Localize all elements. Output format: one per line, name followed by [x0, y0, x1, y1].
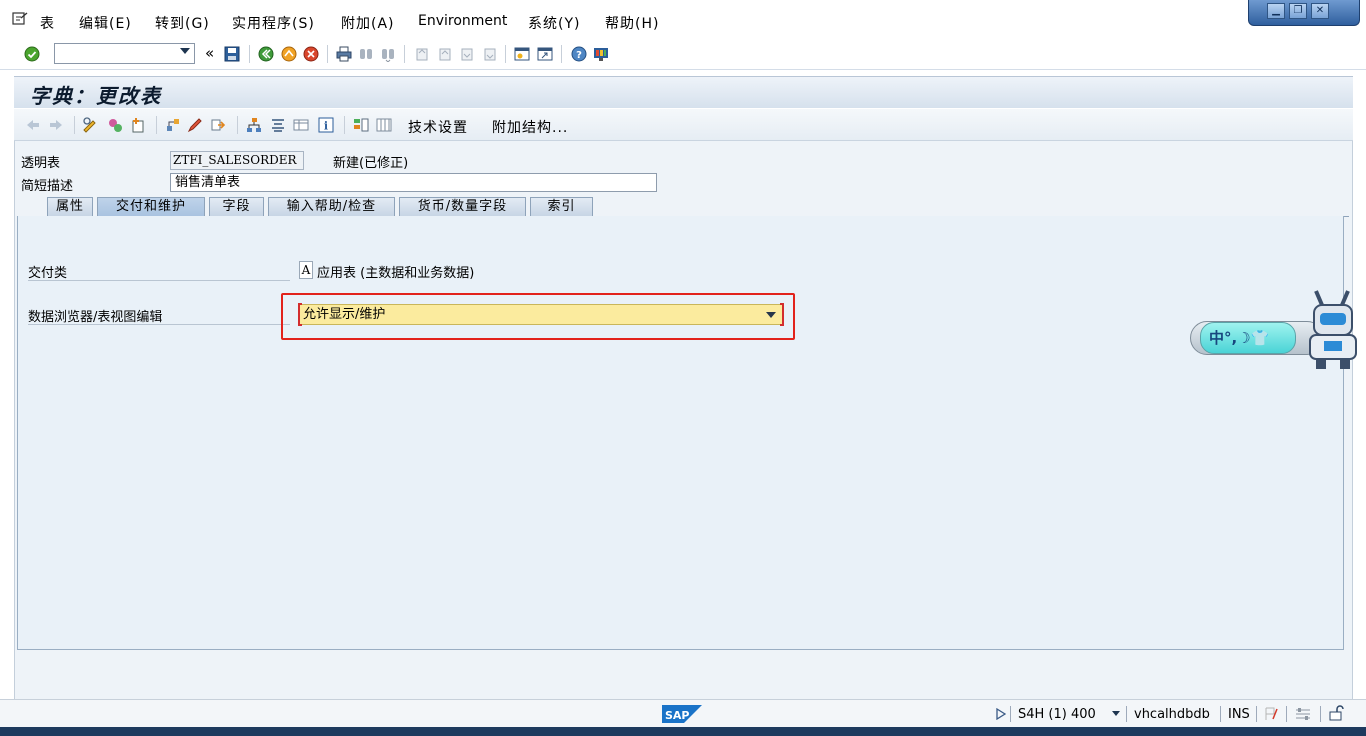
- menu-edit[interactable]: 编辑(E): [79, 13, 132, 33]
- cancel-icon[interactable]: [303, 46, 319, 62]
- print-icon[interactable]: [336, 46, 352, 62]
- window-controls: ▁ ❐ ✕: [1248, 0, 1360, 26]
- find-next-icon[interactable]: [380, 46, 396, 62]
- arrow-right-icon[interactable]: [48, 117, 64, 133]
- new-session-icon[interactable]: [514, 46, 530, 62]
- hierarchy-icon[interactable]: [246, 117, 262, 133]
- align-icon[interactable]: [270, 117, 286, 133]
- command-field[interactable]: [54, 43, 195, 64]
- menu-utilities[interactable]: 实用程序(S): [232, 13, 315, 33]
- tab-indexes[interactable]: 索引: [530, 197, 593, 216]
- shortcut-icon[interactable]: [537, 46, 553, 62]
- system-info: S4H (1) 400: [1018, 707, 1096, 722]
- menu-toggle-icon[interactable]: [12, 12, 28, 26]
- tab-attributes[interactable]: 属性: [47, 197, 93, 216]
- menu-system[interactable]: 系统(Y): [528, 13, 580, 33]
- ime-mascot-icon: [1309, 290, 1357, 369]
- highlight-box: [281, 293, 795, 340]
- delivery-class-input[interactable]: A: [299, 261, 313, 279]
- application-toolbar: i 技术设置 附加结构...: [14, 109, 1353, 141]
- host-name: vhcalhdbdb: [1134, 707, 1210, 722]
- short-description-label: 简短描述: [21, 179, 74, 194]
- tab-currency-quantity[interactable]: 货币/数量字段: [399, 197, 526, 216]
- last-page-icon[interactable]: [482, 46, 498, 62]
- status-flag-icon: [1265, 707, 1278, 720]
- save-icon[interactable]: [224, 46, 240, 62]
- technical-settings-button[interactable]: 技术设置: [408, 117, 468, 137]
- find-icon[interactable]: [358, 46, 374, 62]
- os-taskbar: [0, 727, 1366, 736]
- insert-mode: INS: [1228, 707, 1250, 722]
- sap-logo: SAP: [662, 705, 702, 723]
- collapse-command-icon[interactable]: «: [205, 44, 214, 62]
- delivery-maintenance-panel: 交付类 A 应用表 (主数据和业务数据) 数据浏览器/表视图编辑: [17, 216, 1344, 650]
- enter-icon[interactable]: [24, 46, 40, 62]
- customize-layout-icon[interactable]: [593, 46, 609, 62]
- grid-icon[interactable]: [376, 117, 392, 133]
- standard-toolbar: « ?: [0, 38, 1366, 70]
- menu-bar: 表 编辑(E) 转到(G) 实用程序(S) 附加(A) Environment …: [0, 0, 1366, 38]
- ime-status-text[interactable]: 中°,☽👕: [1200, 322, 1296, 354]
- unlock-icon[interactable]: [1328, 705, 1344, 721]
- short-description-input[interactable]: 销售清单表: [170, 173, 657, 192]
- play-icon[interactable]: [996, 708, 1006, 720]
- table-type-label: 透明表: [21, 156, 61, 171]
- previous-page-icon[interactable]: [437, 46, 453, 62]
- tab-input-help-check[interactable]: 输入帮助/检查: [268, 197, 395, 216]
- svg-text:?: ?: [576, 50, 582, 61]
- chevron-down-icon[interactable]: [180, 48, 190, 54]
- display-change-icon[interactable]: [82, 117, 98, 133]
- title-bar: 字典：更改表: [14, 76, 1353, 108]
- other-object-icon[interactable]: [107, 117, 123, 133]
- svg-text:SAP: SAP: [665, 709, 690, 722]
- first-page-icon[interactable]: [414, 46, 430, 62]
- table-name-field: ZTFI_SALESORDER: [170, 151, 304, 170]
- next-page-icon[interactable]: [459, 46, 475, 62]
- chevron-down-icon[interactable]: [1112, 711, 1120, 716]
- arrow-left-icon[interactable]: [25, 117, 41, 133]
- restore-button[interactable]: ❐: [1289, 3, 1307, 19]
- menu-extras[interactable]: 附加(A): [341, 13, 395, 33]
- svg-text:i: i: [324, 120, 328, 133]
- delivery-class-text: 应用表 (主数据和业务数据): [317, 266, 475, 281]
- menu-help[interactable]: 帮助(H): [605, 13, 659, 33]
- help-icon[interactable]: ?: [571, 46, 587, 62]
- tab-delivery-maintenance[interactable]: 交付和维护: [97, 197, 205, 216]
- info-icon[interactable]: i: [318, 117, 334, 133]
- status-bar: SAP S4H (1) 400 vhcalhdbdb INS: [0, 699, 1366, 727]
- ime-toolbar[interactable]: 中°,☽👕: [1186, 287, 1364, 371]
- menu-goto[interactable]: 转到(G): [155, 13, 210, 33]
- table-layout-icon[interactable]: [293, 117, 309, 133]
- page-title: 字典：更改表: [30, 84, 162, 108]
- close-button[interactable]: ✕: [1311, 3, 1329, 19]
- main-content: 透明表 ZTFI_SALESORDER 新建(已修正) 简短描述 销售清单表 属…: [14, 141, 1353, 699]
- exit-icon[interactable]: [281, 46, 297, 62]
- navigate-object-icon[interactable]: [210, 117, 226, 133]
- activate-icon[interactable]: [130, 117, 146, 133]
- where-used-icon[interactable]: [165, 117, 181, 133]
- tab-fields[interactable]: 字段: [209, 197, 264, 216]
- delivery-class-label: 交付类: [28, 266, 68, 281]
- table-status: 新建(已修正): [333, 156, 409, 171]
- edit-pencil-icon[interactable]: [187, 117, 203, 133]
- structure-icon[interactable]: [353, 117, 369, 133]
- sliders-icon[interactable]: [1294, 706, 1312, 722]
- minimize-button[interactable]: ▁: [1267, 3, 1285, 19]
- menu-table[interactable]: 表: [40, 13, 55, 33]
- back-icon[interactable]: [258, 46, 274, 62]
- data-browser-label: 数据浏览器/表视图编辑: [28, 310, 163, 325]
- menu-environment[interactable]: Environment: [418, 13, 507, 29]
- append-structure-button[interactable]: 附加结构...: [492, 117, 568, 137]
